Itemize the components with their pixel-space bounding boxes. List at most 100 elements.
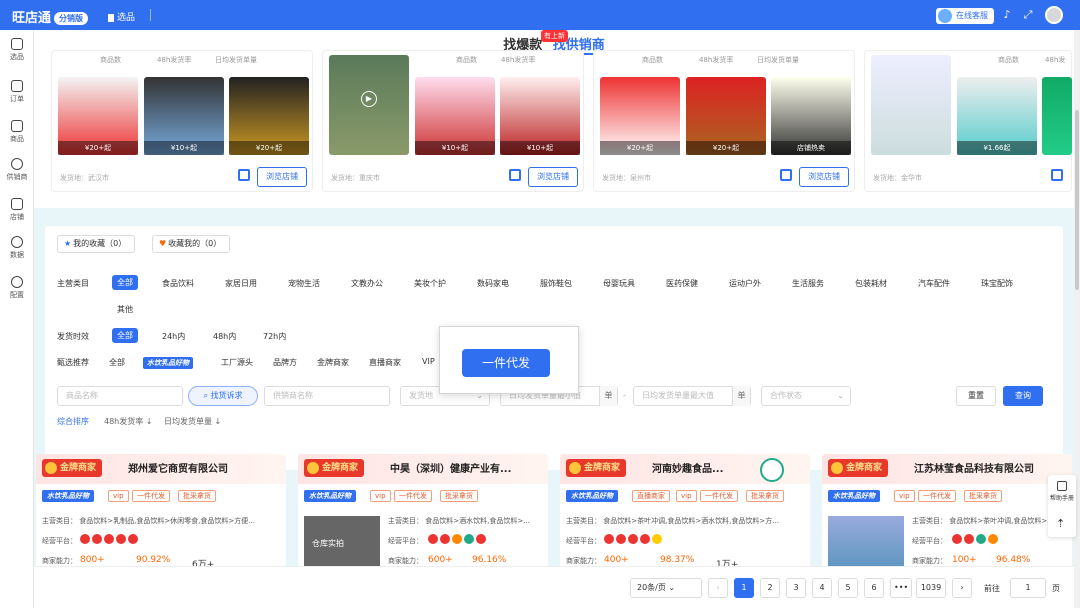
sidebar-item-config[interactable]: 配置 xyxy=(0,276,34,300)
category-all[interactable]: 全部 xyxy=(112,275,138,290)
product-image[interactable]: ¥10+起 xyxy=(415,77,495,155)
product-image[interactable]: ¥20+起 xyxy=(58,77,138,155)
ship-time-option[interactable]: 72h内 xyxy=(263,331,286,342)
platform-label: 经营平台： xyxy=(42,537,77,545)
category-option[interactable]: 食品饮料 xyxy=(162,278,194,289)
supplier-card[interactable]: 商品数 48h发货率 日均发货单量 ¥20+起 ¥20+起 店铺热卖 发货地：泉… xyxy=(593,50,855,192)
category-option[interactable]: 美妆个护 xyxy=(414,278,446,289)
ship-time-option[interactable]: 24h内 xyxy=(162,331,185,342)
sort-48h-rate[interactable]: 48h发货率 ↓ xyxy=(104,416,153,427)
company-name[interactable]: 中昊（深圳）健康产业有... xyxy=(390,460,511,475)
product-name-input[interactable]: 商品名称 xyxy=(57,386,183,406)
user-avatar[interactable] xyxy=(1045,6,1063,24)
daily-max-input[interactable]: 日均发货单量最大值 单 xyxy=(633,386,751,406)
more-pages-button[interactable]: ••• xyxy=(890,578,913,598)
company-name[interactable]: 河南妙趣食品... xyxy=(652,460,723,475)
page-button[interactable]: 1 xyxy=(734,578,754,598)
back-to-top-icon[interactable]: ⇡ xyxy=(1056,517,1065,530)
category-option[interactable]: 包装耗材 xyxy=(855,278,887,289)
page-button[interactable]: 3 xyxy=(786,578,806,598)
category-option[interactable]: 医药保健 xyxy=(666,278,698,289)
page-button[interactable]: 4 xyxy=(812,578,832,598)
supplier-name-input[interactable]: 供销商名称 xyxy=(264,386,390,406)
product-image[interactable]: ¥10+起 xyxy=(500,77,580,155)
query-button[interactable]: 查询 xyxy=(1003,386,1043,406)
product-image[interactable]: ¥20+起 xyxy=(600,77,680,155)
category-option[interactable]: 母婴玩具 xyxy=(603,278,635,289)
tag-chip: vip xyxy=(108,490,129,502)
recommend-option[interactable]: 直播商家 xyxy=(369,357,401,368)
page-button[interactable]: 5 xyxy=(838,578,858,598)
app-logo[interactable]: 旺店通 分销版 xyxy=(12,7,89,26)
scrollbar-thumb[interactable] xyxy=(1075,110,1079,290)
recommend-option[interactable]: 品牌方 xyxy=(273,357,297,368)
page-button[interactable]: 6 xyxy=(864,578,884,598)
sidebar-item-select[interactable]: 选品 xyxy=(0,38,34,62)
sidebar-item-suppliers[interactable]: 供销商 xyxy=(0,158,34,182)
category-option[interactable]: 汽车配件 xyxy=(918,278,950,289)
page-button[interactable]: 1039 xyxy=(916,578,946,598)
dropshipping-button[interactable]: 一件代发 xyxy=(462,349,550,377)
browse-store-button[interactable]: 浏览店铺 xyxy=(799,167,849,187)
company-name[interactable]: 江苏林莹食品科技有限公司 xyxy=(914,460,1034,475)
recommend-option[interactable]: VIP xyxy=(422,357,435,366)
platform-label: 经营平台： xyxy=(912,537,947,545)
bell-icon[interactable]: ♪ xyxy=(1001,9,1013,21)
supplier-card[interactable]: 商品数 48h发货率 日均发货单量 ¥20+起 ¥10+起 ¥20+起 发货地：… xyxy=(51,50,313,192)
recommend-dairy-tag[interactable]: 水饮乳品好物 xyxy=(143,357,193,369)
category-option[interactable]: 宠物生活 xyxy=(288,278,320,289)
browse-store-button[interactable]: 浏览店铺 xyxy=(257,167,307,187)
product-image[interactable]: ¥1.66起 xyxy=(957,77,1037,155)
company-name[interactable]: 郑州爱它商贸有限公司 xyxy=(128,460,228,475)
qr-code-icon[interactable] xyxy=(238,169,250,181)
prev-page-button[interactable]: ‹ xyxy=(708,578,728,598)
product-image[interactable] xyxy=(1042,77,1072,155)
product-image[interactable]: ¥20+起 xyxy=(229,77,309,155)
qr-code-icon[interactable] xyxy=(509,169,521,181)
reset-button[interactable]: 重置 xyxy=(956,386,996,406)
ship-time-option[interactable]: 48h内 xyxy=(213,331,236,342)
recommend-option[interactable]: 工厂源头 xyxy=(221,357,253,368)
sidebar-item-data[interactable]: 数据 xyxy=(0,236,34,260)
next-page-button[interactable]: › xyxy=(952,578,972,598)
category-option[interactable]: 其他 xyxy=(117,304,133,315)
sidebar-item-products[interactable]: 商品 xyxy=(0,120,34,144)
page-button[interactable]: 2 xyxy=(760,578,780,598)
category-option[interactable]: 珠宝配饰 xyxy=(981,278,1013,289)
sort-arrow-icon: ↓ xyxy=(145,417,153,426)
product-image[interactable]: 店铺热卖 xyxy=(771,77,851,155)
store-video[interactable] xyxy=(871,55,951,155)
sidebar-item-orders[interactable]: 订单 xyxy=(0,80,34,104)
store-video[interactable]: ▶ xyxy=(329,55,409,155)
sort-daily-orders[interactable]: 日均发货单量 ↓ xyxy=(164,416,221,427)
supplier-card[interactable]: 商品数 48h发货率 ▶ ¥10+起 ¥10+起 发货地：重庆市 浏览店铺 xyxy=(322,50,584,192)
recommend-all[interactable]: 全部 xyxy=(109,357,125,368)
favorited-me-button[interactable]: ♥ 收藏我的（0） xyxy=(152,235,231,253)
category-option[interactable]: 文教办公 xyxy=(351,278,383,289)
page-size-select[interactable]: 20条/页 ⌄ xyxy=(630,578,702,598)
recommend-option[interactable]: 金牌商家 xyxy=(317,357,349,368)
goto-page-input[interactable]: 1 xyxy=(1010,578,1046,598)
sort-comprehensive[interactable]: 综合排序 xyxy=(57,416,89,427)
play-icon[interactable]: ▶ xyxy=(361,91,377,107)
help-manual-button[interactable]: 帮助手册 xyxy=(1048,475,1076,502)
category-option[interactable]: 生活服务 xyxy=(792,278,824,289)
qr-code-icon[interactable] xyxy=(1051,169,1063,181)
browse-store-button[interactable]: 浏览店铺 xyxy=(528,167,578,187)
qr-code-icon[interactable] xyxy=(780,169,792,181)
supplier-card[interactable]: 商品数 48h发 ¥1.66起 发货地：金华市 xyxy=(864,50,1072,192)
product-image[interactable]: ¥10+起 xyxy=(144,77,224,155)
coop-status-select[interactable]: 合作状态 ⌄ xyxy=(761,386,851,406)
sidebar-item-stores[interactable]: 店铺 xyxy=(0,198,34,222)
find-goods-button[interactable]: ⌕ 找货诉求 xyxy=(188,386,258,406)
category-option[interactable]: 家居日用 xyxy=(225,278,257,289)
category-option[interactable]: 运动户外 xyxy=(729,278,761,289)
fullscreen-icon[interactable]: ⤢ xyxy=(1022,9,1034,21)
product-image[interactable]: ¥20+起 xyxy=(686,77,766,155)
category-option[interactable]: 服饰鞋包 xyxy=(540,278,572,289)
my-favorites-button[interactable]: ★ 我的收藏（0） xyxy=(57,235,136,253)
online-service-button[interactable]: 在线客服 xyxy=(936,8,994,24)
nav-item-select[interactable]: 选品 xyxy=(108,10,135,23)
category-option[interactable]: 数码家电 xyxy=(477,278,509,289)
ship-time-all[interactable]: 全部 xyxy=(112,328,138,343)
